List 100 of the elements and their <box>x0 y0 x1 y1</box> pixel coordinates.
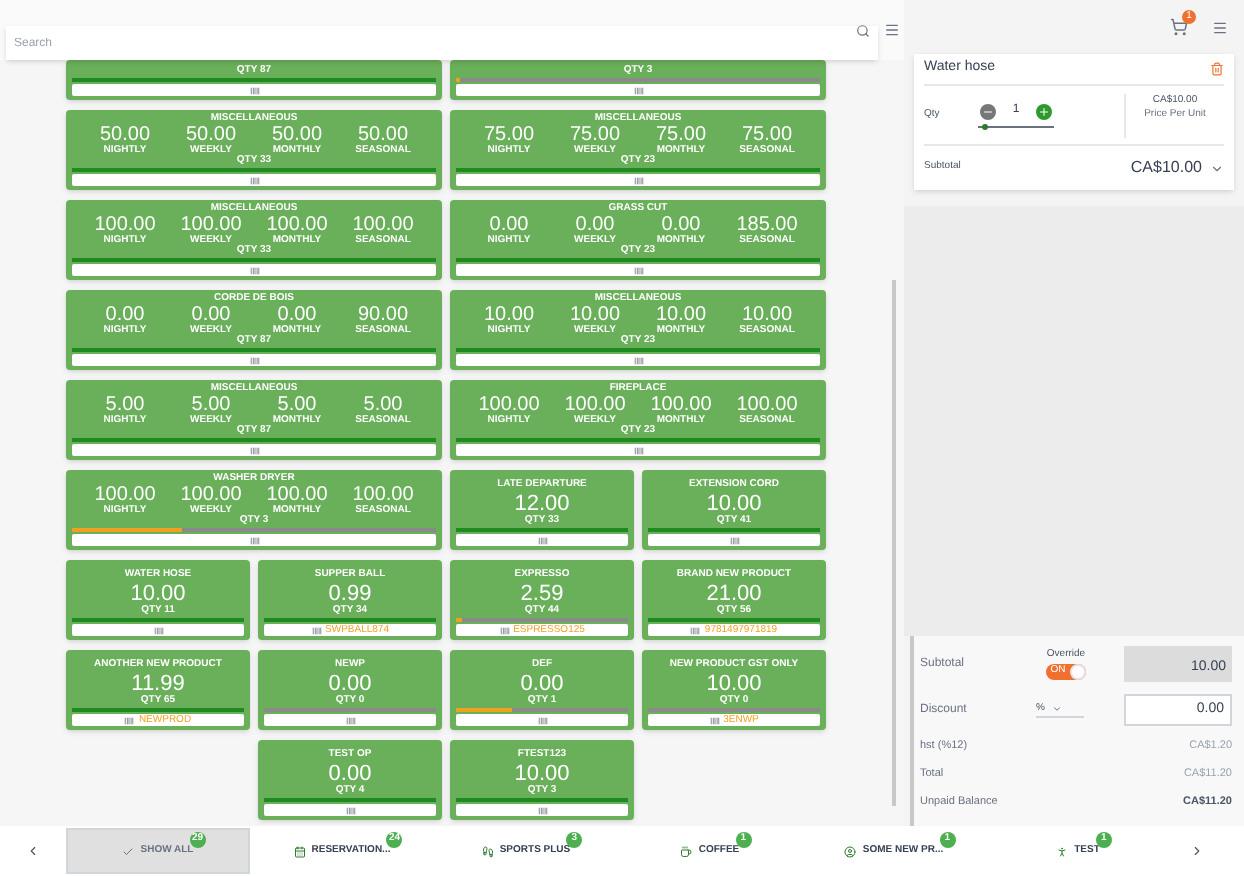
price-value: 100.00 <box>352 216 414 236</box>
price-value: 0.00 <box>191 306 231 326</box>
trash-icon[interactable] <box>1210 62 1224 76</box>
barcode-bar[interactable] <box>456 534 628 546</box>
barcode-icon <box>249 535 259 545</box>
price-value: 50.00 <box>271 126 323 146</box>
price-value: 5.00 <box>105 396 145 416</box>
barcode-icon <box>249 175 259 185</box>
barcode-icon <box>633 445 643 455</box>
menu-icon[interactable] <box>884 22 900 38</box>
search-icon[interactable] <box>856 23 870 37</box>
subtotal-value: CA$10.00 <box>1130 156 1202 180</box>
price-value: 50.00 <box>99 126 151 146</box>
price-value: 12.00 <box>514 492 570 516</box>
price-value: 0.00 <box>489 216 529 236</box>
user-circle-icon <box>844 845 857 857</box>
increase-button[interactable] <box>1035 103 1052 119</box>
barcode-icon <box>249 355 259 365</box>
barcode-icon <box>633 265 643 275</box>
price-value: 50.00 <box>357 126 409 146</box>
barcode-bar[interactable] <box>72 624 244 636</box>
price-value: 75.00 <box>569 126 621 146</box>
price-value: 0.99 <box>328 582 372 606</box>
price-value: 100.00 <box>266 216 328 236</box>
scrollbar[interactable] <box>892 280 896 806</box>
price-value: 10.00 <box>706 492 762 516</box>
decrease-button[interactable] <box>980 103 997 119</box>
barcode-bar[interactable] <box>72 444 436 456</box>
price-value: 100.00 <box>650 396 712 416</box>
barcode-icon <box>690 625 701 635</box>
barcode-bar[interactable] <box>648 534 820 546</box>
barcode-bar[interactable] <box>72 534 436 546</box>
barcode-icon <box>249 445 259 455</box>
person-icon <box>1056 845 1069 857</box>
barcode-bar[interactable] <box>72 84 436 96</box>
barcode-bar[interactable] <box>456 174 820 186</box>
barcode-icon <box>153 625 163 635</box>
price-value: 100.00 <box>94 486 156 506</box>
price-value: 0.00 <box>328 762 372 786</box>
barcode-bar[interactable] <box>264 714 436 726</box>
scroll-left-icon[interactable] <box>26 844 40 858</box>
price-value: 100.00 <box>180 486 242 506</box>
barcode-icon <box>709 715 720 725</box>
barcode-icon <box>633 175 643 185</box>
price-value: 90.00 <box>357 306 409 326</box>
barcode-icon <box>537 715 547 725</box>
chevron-down-icon[interactable] <box>1210 161 1224 175</box>
qty-slider-thumb[interactable] <box>981 124 988 130</box>
price-value: 0.00 <box>661 216 701 236</box>
check-icon <box>122 845 135 857</box>
price-value: 2.59 <box>520 582 564 606</box>
minus-icon <box>982 105 995 117</box>
barcode-icon <box>729 535 739 545</box>
barcode-bar[interactable] <box>72 174 436 186</box>
price-value: 0.00 <box>328 672 372 696</box>
price-value: 10.00 <box>706 672 762 696</box>
price-value: 10.00 <box>483 306 535 326</box>
price-value: 75.00 <box>741 126 793 146</box>
scroll-right-icon[interactable] <box>1190 844 1204 858</box>
calendar-icon <box>293 845 306 857</box>
barcode-bar[interactable] <box>456 804 628 816</box>
price-value: 10.00 <box>741 306 793 326</box>
price-value: 100.00 <box>564 396 626 416</box>
barcode-icon <box>345 805 355 815</box>
chevron-down-icon <box>1052 704 1063 714</box>
price-value: 75.00 <box>655 126 707 146</box>
barcode-bar[interactable] <box>456 714 628 726</box>
barcode-bar[interactable] <box>456 354 820 366</box>
price-value: 5.00 <box>191 396 231 416</box>
barcode-icon <box>249 265 259 275</box>
barcode-bar[interactable] <box>264 804 436 816</box>
barcode-icon <box>499 625 510 635</box>
barcode-bar[interactable] <box>456 264 820 276</box>
barcode-bar[interactable] <box>72 354 436 366</box>
barcode-bar[interactable] <box>456 84 820 96</box>
barcode-icon <box>311 625 322 635</box>
barcode-icon <box>633 355 643 365</box>
barcode-bar[interactable] <box>72 264 436 276</box>
price-value: 0.00 <box>520 672 564 696</box>
menu-icon[interactable] <box>1212 19 1228 35</box>
cart-icon <box>1170 18 1188 36</box>
barcode-icon <box>537 805 547 815</box>
price-value: 100.00 <box>352 486 414 506</box>
barcode-icon <box>537 535 547 545</box>
barcode-bar[interactable] <box>456 444 820 456</box>
price-value: 10.00 <box>514 762 570 786</box>
price-value: 10.00 <box>569 306 621 326</box>
price-value: 50.00 <box>185 126 237 146</box>
price-value: 100.00 <box>266 486 328 506</box>
price-value: 100.00 <box>180 216 242 236</box>
price-value: 100.00 <box>478 396 540 416</box>
price-value: 11.99 <box>131 672 185 696</box>
cup-icon <box>680 845 693 857</box>
barcode-icon <box>249 85 259 95</box>
footprints-icon <box>481 845 494 857</box>
price-value: 100.00 <box>736 396 798 416</box>
price-value: 5.00 <box>363 396 403 416</box>
barcode-icon <box>633 85 643 95</box>
price-value: 21.00 <box>706 582 762 606</box>
price-value: 10.00 <box>130 582 186 606</box>
